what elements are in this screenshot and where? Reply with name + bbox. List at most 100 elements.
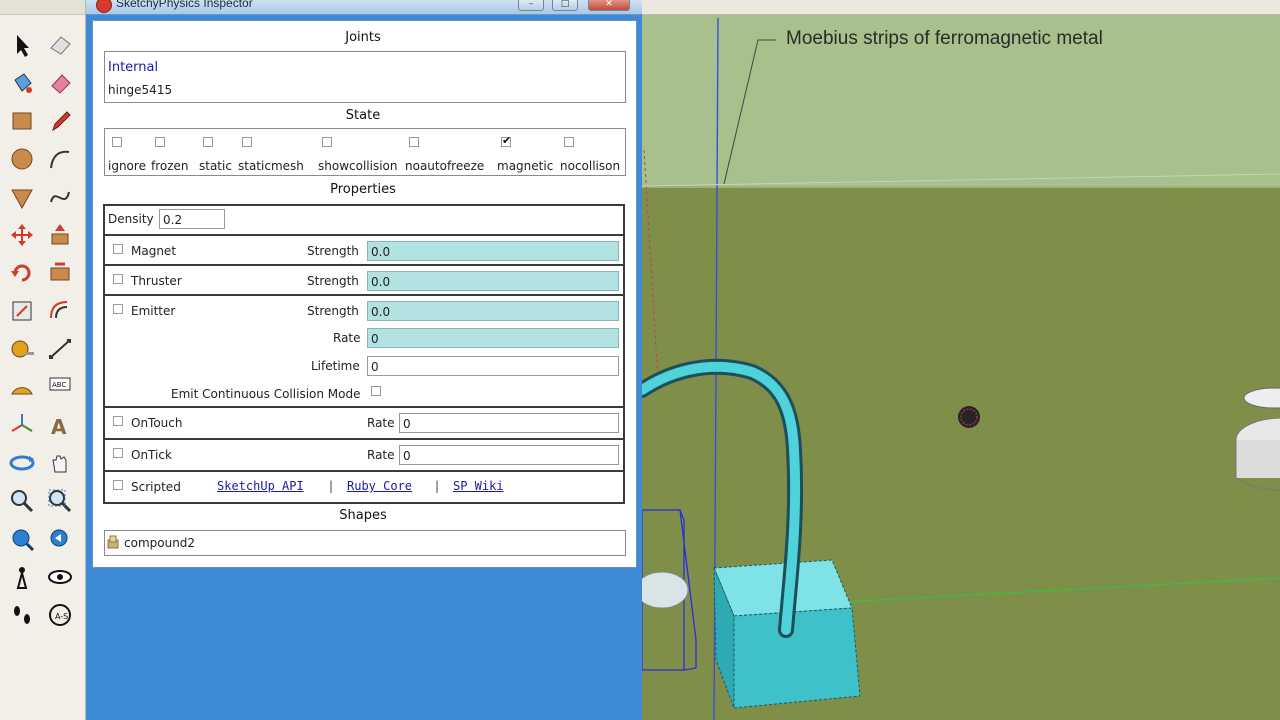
state-magnetic-checkbox[interactable] (501, 134, 511, 147)
divider (105, 438, 623, 440)
red-axis-line (643, 149, 659, 381)
maximize-button[interactable]: □ (552, 0, 578, 11)
pencil-icon[interactable] (45, 106, 75, 136)
minimize-button[interactable]: – (518, 0, 544, 11)
magnet-strength-input[interactable]: 0.0 (367, 241, 619, 261)
white-cylinder (1235, 387, 1280, 491)
sp-wiki-link[interactable]: SP Wiki (453, 479, 504, 493)
zoom-extents-icon[interactable] (7, 524, 37, 554)
shape-node-icon (107, 535, 119, 549)
thruster-strength-label: Strength (307, 274, 359, 288)
shapes-heading: Shapes (339, 508, 387, 523)
state-frozen-checkbox[interactable] (155, 137, 165, 147)
state-nocollison-checkbox[interactable] (564, 137, 574, 147)
emitter-rate-input[interactable]: 0 (367, 328, 619, 348)
ontouch-checkbox[interactable] (113, 416, 123, 426)
state-frozen-label: frozen (151, 159, 189, 173)
density-input[interactable]: 0.2 (159, 209, 225, 229)
follow-me-icon[interactable] (45, 258, 75, 288)
emitter-strength-label: Strength (307, 304, 359, 318)
sketchyphysics-app-icon (96, 0, 112, 13)
ontick-rate-input[interactable]: 0 (399, 445, 619, 465)
tape-measure-icon[interactable] (7, 334, 37, 364)
arc-icon[interactable] (45, 144, 75, 174)
rubber-icon[interactable] (45, 68, 75, 98)
circle-icon[interactable] (7, 144, 37, 174)
divider (105, 234, 623, 236)
dimension-icon[interactable] (45, 334, 75, 364)
orbit-icon[interactable] (7, 448, 37, 478)
joints-heading: Joints (345, 30, 381, 45)
state-box: ignore frozen static staticmesh showcollisio… (104, 128, 626, 176)
polygon-icon[interactable] (7, 182, 37, 212)
state-heading: State (345, 108, 381, 123)
state-showcollision-checkbox[interactable] (322, 137, 332, 147)
magnet-checkbox[interactable] (113, 244, 123, 254)
protractor-icon[interactable] (7, 372, 37, 402)
zoom-icon[interactable] (7, 486, 37, 516)
emitter-strength-input[interactable]: 0.0 (367, 301, 619, 321)
tool-palette: ABC A A-S (0, 0, 86, 720)
close-button[interactable]: ✕ (588, 0, 630, 11)
emitter-rate-label: Rate (333, 331, 361, 345)
section-plane-icon[interactable]: A-S (45, 600, 75, 630)
thruster-strength-input[interactable]: 0.0 (367, 271, 619, 291)
scripted-checkbox[interactable] (113, 480, 123, 490)
previous-view-icon[interactable] (45, 524, 75, 554)
freehand-icon[interactable] (45, 182, 75, 212)
state-static-checkbox[interactable] (203, 137, 213, 147)
select-icon[interactable] (7, 30, 37, 60)
state-magnetic-label: magnetic (497, 159, 554, 173)
pan-icon[interactable] (45, 448, 75, 478)
ccd-checkbox[interactable] (371, 386, 381, 396)
text-label-icon[interactable]: ABC (45, 372, 75, 402)
sketchup-api-link[interactable]: SketchUp API (217, 479, 304, 493)
zoom-window-icon[interactable] (45, 486, 75, 516)
3d-viewport[interactable]: Moebius strips of ferromagnetic metal (642, 0, 1280, 720)
state-staticmesh-label: staticmesh (238, 159, 304, 173)
thruster-label: Thruster (131, 274, 182, 288)
emitter-label: Emitter (131, 304, 176, 318)
ontouch-rate-input[interactable]: 0 (399, 413, 619, 433)
state-nocollison-label: nocollison (560, 159, 621, 173)
divider (105, 294, 623, 296)
walk-icon[interactable] (7, 600, 37, 630)
divider (105, 264, 623, 266)
magnet-label: Magnet (131, 244, 177, 258)
rotate-icon[interactable] (7, 258, 37, 288)
density-label: Density (108, 212, 154, 226)
state-ignore-checkbox[interactable] (112, 137, 122, 147)
inspector-titlebar[interactable]: SketchyPhysics Inspector – □ ✕ (86, 0, 642, 15)
annotation-leader (723, 39, 776, 185)
ruby-core-link[interactable]: Ruby Core (347, 479, 412, 493)
axes-icon[interactable] (7, 410, 37, 440)
offset-icon[interactable] (45, 296, 75, 326)
joint-type[interactable]: Internal (108, 60, 158, 75)
divider (105, 406, 623, 408)
joints-box: Internal hinge5415 (104, 51, 626, 103)
thruster-checkbox[interactable] (113, 274, 123, 284)
ontick-checkbox[interactable] (113, 448, 123, 458)
3d-text-icon[interactable]: A (45, 410, 75, 440)
ontick-label: OnTick (131, 448, 172, 462)
state-noautofreeze-label: noautofreeze (405, 159, 485, 173)
emitter-lifetime-input[interactable]: 0 (367, 356, 619, 376)
emitter-checkbox[interactable] (113, 304, 123, 314)
move-icon[interactable] (7, 220, 37, 250)
shape-item[interactable]: compound2 (124, 536, 195, 550)
paint-bucket-icon[interactable] (7, 68, 37, 98)
scripted-label: Scripted (131, 480, 181, 494)
position-camera-icon[interactable] (7, 562, 37, 592)
scale-icon[interactable] (7, 296, 37, 326)
ontick-rate-label: Rate (367, 448, 395, 462)
push-pull-icon[interactable] (45, 220, 75, 250)
properties-heading: Properties (330, 182, 396, 197)
emitter-lifetime-label: Lifetime (311, 359, 360, 373)
rectangle-icon[interactable] (7, 106, 37, 136)
divider (105, 470, 623, 472)
look-around-icon[interactable] (45, 562, 75, 592)
state-noautofreeze-checkbox[interactable] (409, 137, 419, 147)
eraser-icon[interactable] (45, 30, 75, 60)
inspector-content: Joints Internal hinge5415 State ignore fr… (94, 22, 632, 564)
state-staticmesh-checkbox[interactable] (242, 137, 252, 147)
